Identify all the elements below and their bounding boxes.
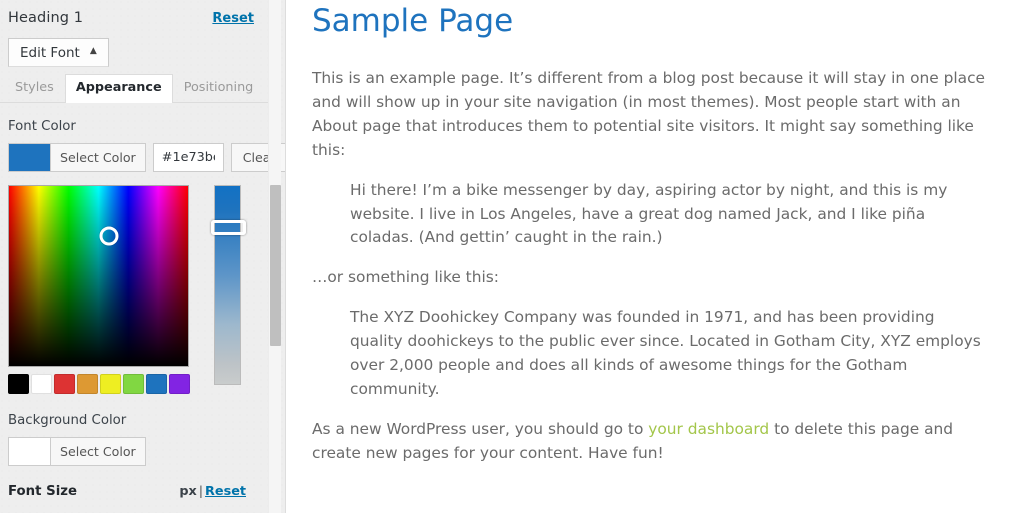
palette-swatch-0[interactable]	[8, 374, 29, 394]
background-color-select-label: Select Color	[60, 444, 136, 459]
palette-swatch-2[interactable]	[54, 374, 75, 394]
edit-font-wrap: Edit Font ▲	[0, 36, 268, 67]
font-color-swatch	[9, 144, 51, 171]
page-title: Heading 1	[8, 10, 84, 26]
background-color-row: Select Color	[0, 428, 268, 468]
palette-swatch-3[interactable]	[77, 374, 98, 394]
color-palette-row	[8, 374, 190, 394]
sidebar-content: Heading 1 Reset Edit Font ▲ Styles Appea…	[0, 0, 286, 513]
color-picker-cursor[interactable]	[99, 226, 119, 246]
preview-paragraph-3-before: As a new WordPress user, you should go t…	[312, 419, 649, 438]
preview-paragraph-2: …or something like this:	[312, 268, 499, 287]
palette-swatch-6[interactable]	[146, 374, 167, 394]
brightness-slider[interactable]	[211, 185, 246, 385]
palette-swatch-7[interactable]	[169, 374, 190, 394]
font-size-unit: px	[179, 484, 197, 499]
heading-row: Heading 1 Reset	[0, 0, 268, 36]
sidebar-scrollbar-thumb[interactable]	[270, 185, 281, 346]
tab-bar: Styles Appearance Positioning	[0, 74, 268, 103]
preview-body: This is an example page. It’s different …	[312, 40, 988, 465]
preview-paragraph-3: As a new WordPress user, you should go t…	[312, 418, 988, 466]
palette-swatch-4[interactable]	[100, 374, 121, 394]
customizer-screen: Heading 1 Reset Edit Font ▲ Styles Appea…	[0, 0, 1020, 513]
saturation-value-square[interactable]	[8, 185, 189, 367]
chevron-up-icon: ▲	[89, 46, 97, 56]
tab-appearance[interactable]: Appearance	[64, 74, 173, 103]
tab-styles[interactable]: Styles	[4, 74, 65, 103]
brightness-slider-handle[interactable]	[211, 219, 246, 235]
palette-swatch-5[interactable]	[123, 374, 144, 394]
font-size-label: Font Size	[8, 484, 78, 499]
preview-blockquote-1: Hi there! I’m a bike messenger by day, a…	[350, 180, 948, 247]
font-size-controls: px | Reset	[179, 484, 246, 499]
edit-font-label: Edit Font	[20, 44, 80, 61]
dashboard-link[interactable]: your dashboard	[648, 420, 769, 438]
preview-blockquote-2: The XYZ Doohickey Company was founded in…	[350, 308, 981, 398]
font-size-separator: |	[198, 484, 204, 499]
font-size-reset-link[interactable]: Reset	[205, 484, 246, 499]
font-color-row: Select Color Clear	[0, 134, 286, 174]
font-color-select-label: Select Color	[60, 150, 136, 165]
font-color-hex-input[interactable]	[152, 143, 224, 172]
page-preview: Sample Page This is an example page. It’…	[286, 0, 1020, 513]
customizer-sidebar: Heading 1 Reset Edit Font ▲ Styles Appea…	[0, 0, 286, 513]
background-color-swatch	[9, 438, 51, 465]
font-size-row: Font Size px | Reset	[0, 468, 268, 499]
preview-page-title: Sample Page	[312, 3, 514, 39]
background-color-label: Background Color	[8, 413, 127, 428]
palette-swatch-1[interactable]	[31, 374, 52, 394]
font-color-label: Font Color	[8, 119, 76, 134]
edit-font-button[interactable]: Edit Font ▲	[8, 38, 109, 67]
tab-positioning[interactable]: Positioning	[173, 74, 265, 103]
background-color-select-button[interactable]: Select Color	[8, 437, 146, 466]
iris-color-picker	[8, 185, 252, 397]
preview-paragraph-1: This is an example page. It’s different …	[312, 69, 986, 159]
brightness-gradient-layer	[9, 186, 188, 366]
sidebar-scrollbar[interactable]	[268, 0, 281, 513]
heading-reset-link[interactable]: Reset	[212, 11, 254, 26]
font-color-select-button[interactable]: Select Color	[8, 143, 146, 172]
